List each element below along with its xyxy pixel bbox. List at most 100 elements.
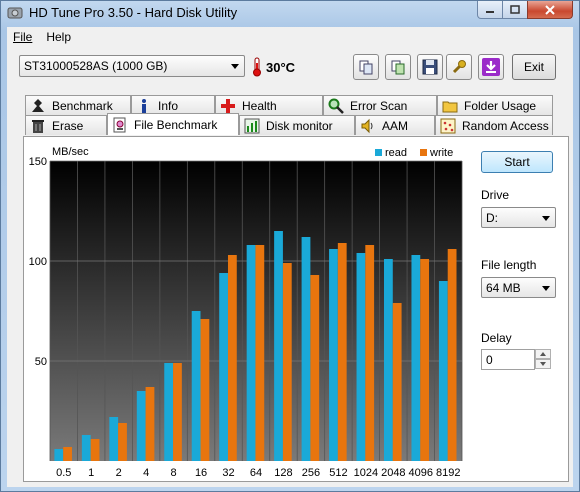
start-button[interactable]: Start xyxy=(481,151,553,173)
bar-read-16 xyxy=(191,311,201,461)
tab-folder-usage[interactable]: Folder Usage xyxy=(437,95,553,115)
chart-legend: read write xyxy=(375,147,453,159)
maximize-button[interactable] xyxy=(502,1,528,19)
x-tick-label: 8 xyxy=(171,467,177,479)
bar-write-128 xyxy=(282,263,292,461)
chevron-down-icon xyxy=(231,64,239,69)
delay-label: Delay xyxy=(481,331,512,345)
file-length-value: 64 MB xyxy=(486,281,521,295)
x-tick-label: 16 xyxy=(195,467,207,479)
tab-label: Health xyxy=(242,98,277,113)
exit-button[interactable]: Exit xyxy=(512,54,556,80)
copy-info-button[interactable] xyxy=(353,54,379,80)
x-tick-label: 4 xyxy=(143,467,149,479)
bar-read-256 xyxy=(301,237,311,461)
tab-label: Random Access xyxy=(462,118,549,133)
close-button[interactable] xyxy=(527,1,573,19)
copy-screenshot-button[interactable] xyxy=(385,54,411,80)
download-button[interactable] xyxy=(478,54,504,80)
health-cross-icon xyxy=(221,98,235,113)
title-bar[interactable]: HD Tune Pro 3.50 - Hard Disk Utility xyxy=(1,1,579,25)
bar-read-32 xyxy=(219,273,228,461)
bar-write-4 xyxy=(145,387,155,461)
benchmark-icon xyxy=(32,98,44,112)
tab-erase[interactable]: Erase xyxy=(25,115,107,135)
menu-file[interactable]: File xyxy=(13,30,32,44)
bar-read-0.5 xyxy=(54,449,64,461)
tab-info[interactable]: Info xyxy=(131,95,215,115)
x-tick-label: 512 xyxy=(329,467,347,479)
file-length-combo[interactable]: 64 MB xyxy=(481,277,556,298)
tab-error-scan[interactable]: Error Scan xyxy=(323,95,437,115)
tab-disk-monitor[interactable]: Disk monitor xyxy=(239,115,355,135)
bar-read-1 xyxy=(81,435,91,461)
trash-icon xyxy=(32,119,44,133)
spin-down-icon[interactable] xyxy=(535,359,551,369)
app-window: HD Tune Pro 3.50 - Hard Disk Utility Fil… xyxy=(0,0,580,492)
bar-write-64 xyxy=(255,245,265,461)
speaker-icon xyxy=(361,118,373,133)
x-tick-label: 32 xyxy=(222,467,234,479)
x-tick-label: 2 xyxy=(116,467,122,479)
bar-write-16 xyxy=(200,319,210,461)
tab-aam[interactable]: AAM xyxy=(355,115,435,135)
floppy-disk-icon xyxy=(422,59,438,75)
save-button[interactable] xyxy=(417,54,443,80)
bar-write-8192 xyxy=(447,249,457,461)
bar-write-2048 xyxy=(392,303,402,461)
legend-read-swatch xyxy=(375,149,382,156)
temperature-readout: 30°C xyxy=(266,60,296,75)
x-tick-label: 1 xyxy=(88,467,94,479)
x-tick-label: 4096 xyxy=(409,467,433,479)
random-access-icon xyxy=(440,118,456,133)
download-arrow-icon xyxy=(482,58,500,76)
drive-combo[interactable]: D: xyxy=(481,207,556,228)
copy-icon xyxy=(359,60,373,75)
x-tick-label: 0.5 xyxy=(56,467,71,479)
menu-bar: File Help xyxy=(7,27,573,47)
tab-benchmark[interactable]: Benchmark xyxy=(25,95,131,115)
tab-label: Erase xyxy=(52,118,84,133)
drive-select[interactable]: ST31000528AS (1000 GB) xyxy=(19,55,245,77)
chevron-down-icon xyxy=(542,216,550,221)
magnifier-icon xyxy=(328,98,344,114)
tab-random-access[interactable]: Random Access xyxy=(435,115,553,135)
close-icon xyxy=(545,4,555,15)
bar-read-2048 xyxy=(383,259,393,461)
app-icon xyxy=(7,7,23,19)
bar-read-64 xyxy=(246,245,256,461)
minimize-button[interactable] xyxy=(477,1,503,19)
x-tick-label: 128 xyxy=(274,467,292,479)
maximize-icon xyxy=(510,4,520,14)
drive-combo-value: D: xyxy=(486,211,498,225)
folder-icon xyxy=(442,101,458,112)
options-button[interactable] xyxy=(446,54,472,80)
tab-label: Disk monitor xyxy=(266,118,333,133)
y-tick-label: 100 xyxy=(29,256,47,268)
minimize-icon xyxy=(486,10,494,13)
drive-label: Drive xyxy=(481,188,510,202)
tab-label: AAM xyxy=(382,118,409,133)
spin-up-icon[interactable] xyxy=(535,349,551,359)
bar-read-4 xyxy=(136,391,146,461)
tab-label: Benchmark xyxy=(52,98,113,113)
tab-health[interactable]: Health xyxy=(215,95,323,115)
bar-write-4096 xyxy=(420,259,430,461)
x-tick-label: 2048 xyxy=(381,467,405,479)
drive-select-value: ST31000528AS (1000 GB) xyxy=(24,59,168,73)
menu-help[interactable]: Help xyxy=(46,30,71,44)
delay-input[interactable]: 0 xyxy=(481,349,535,370)
file-benchmark-icon xyxy=(113,117,126,132)
delay-spinner[interactable] xyxy=(535,349,551,370)
wrench-icon xyxy=(452,60,466,74)
bar-write-32 xyxy=(227,255,237,461)
chevron-down-icon xyxy=(542,286,550,291)
legend-write-label: write xyxy=(429,147,453,159)
x-tick-label: 64 xyxy=(250,467,262,479)
info-icon xyxy=(142,98,146,113)
bar-write-2 xyxy=(118,423,127,461)
thermometer-icon xyxy=(253,57,261,77)
tab-label: Folder Usage xyxy=(464,98,537,113)
bar-write-256 xyxy=(310,275,320,461)
tab-file-benchmark[interactable]: File Benchmark xyxy=(107,113,239,135)
